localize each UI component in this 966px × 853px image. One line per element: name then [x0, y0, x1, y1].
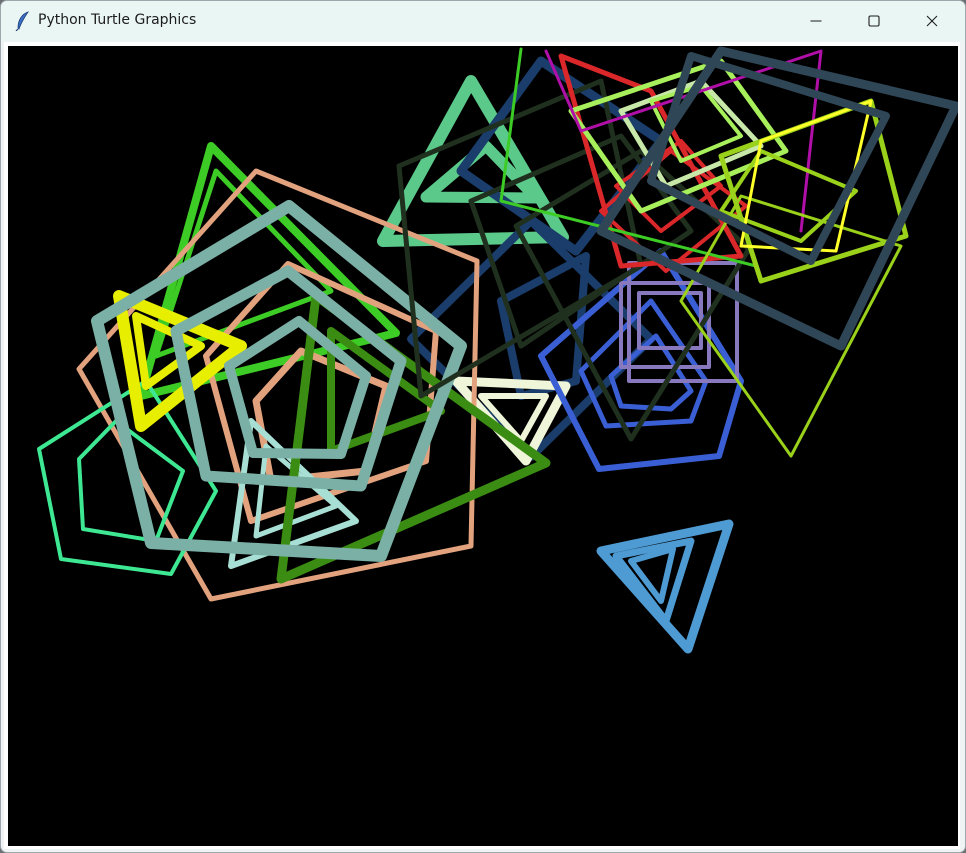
- lavender-square-1: [627, 261, 739, 383]
- turtle-window: Python Turtle Graphics: [0, 0, 966, 853]
- maximize-button[interactable]: [845, 1, 903, 41]
- window-title: Python Turtle Graphics: [38, 12, 197, 28]
- title-bar[interactable]: Python Turtle Graphics: [1, 1, 965, 41]
- turtle-drawing: [37, 46, 958, 654]
- darkgreen-square-3: [513, 148, 752, 442]
- turtle-canvas[interactable]: [8, 46, 958, 846]
- maximize-icon: [868, 15, 880, 27]
- close-button[interactable]: [903, 1, 961, 41]
- canvas-frame: [4, 42, 960, 849]
- feather-icon: [15, 11, 29, 31]
- minimize-button[interactable]: [787, 1, 845, 41]
- minimize-icon: [810, 20, 822, 22]
- close-icon: [926, 15, 938, 27]
